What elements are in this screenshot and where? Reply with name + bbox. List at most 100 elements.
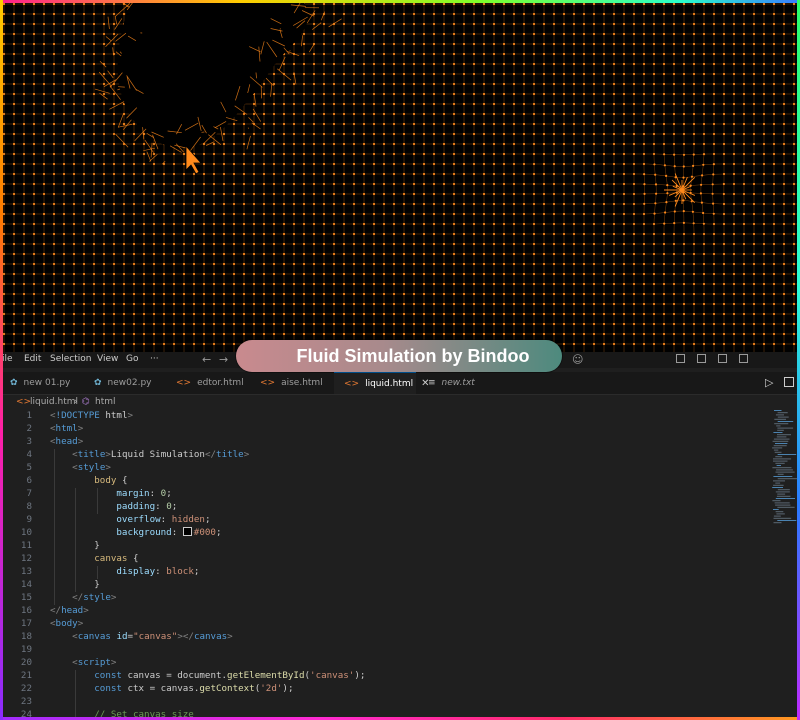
grid-particle (222, 132, 226, 136)
breadcrumb-file[interactable]: liquid.html (30, 397, 78, 407)
grid-particle (252, 292, 256, 296)
grid-particle (422, 282, 426, 286)
code-line[interactable]: <title>Liquid Simulation</title> (50, 449, 249, 460)
code-area[interactable]: 1 <!DOCTYPE html> 2 <html> 3 <head> 4 <title>L… (0, 410, 770, 720)
grid-particle (652, 312, 656, 316)
tab-aise-html[interactable]: <> aise.html (250, 372, 332, 394)
tab-new02-py[interactable]: ✿ new02.py (84, 372, 164, 394)
code-line[interactable]: margin: 0; (50, 488, 171, 499)
code-line[interactable]: </head> (50, 605, 89, 616)
grid-particle (552, 142, 556, 146)
grid-particle (52, 202, 56, 206)
forward-arrow-icon[interactable]: → (219, 353, 228, 366)
minimap-line (777, 454, 797, 455)
grid-particle (102, 262, 106, 266)
grid-particle (472, 312, 476, 316)
grid-particle (252, 162, 256, 166)
code-line[interactable]: background: #000; (50, 527, 221, 538)
grid-particle (292, 322, 296, 326)
grid-particle (712, 12, 716, 16)
layout-custom-icon[interactable] (739, 354, 748, 363)
copilot-icon[interactable]: ☺ (572, 353, 583, 366)
code-line[interactable]: } (50, 579, 100, 590)
grid-particle (654, 173, 657, 176)
grid-particle (202, 182, 206, 186)
code-line[interactable]: } (50, 540, 100, 551)
code-line[interactable]: <style> (50, 462, 111, 473)
grid-particle (52, 82, 56, 86)
layout-sidebar-icon[interactable] (697, 354, 706, 363)
code-line[interactable]: display: block; (50, 566, 199, 577)
code-line[interactable]: const canvas = document.getElementById('… (50, 670, 365, 681)
grid-particle (62, 252, 66, 256)
menu-file[interactable]: ile (2, 354, 13, 364)
tab-edtor-html[interactable]: <> edtor.html (166, 372, 248, 394)
code-line[interactable]: padding: 0; (50, 501, 177, 512)
grid-particle (12, 62, 16, 66)
tab-liquid-html[interactable]: <> liquid.html ✕ (334, 372, 429, 394)
grid-particle (472, 92, 476, 96)
code-line[interactable]: <head> (50, 436, 83, 447)
grid-particle (582, 282, 586, 286)
grid-particle (432, 222, 436, 226)
grid-particle (352, 162, 356, 166)
line-number: 14 (20, 579, 32, 590)
code-line[interactable]: <html> (50, 423, 83, 434)
code-line[interactable]: const ctx = canvas.getContext('2d'); (50, 683, 293, 694)
minimap[interactable] (770, 410, 800, 570)
tab-new01-py[interactable]: ✿ new 01.py (0, 372, 82, 394)
menu-go[interactable]: Go (126, 354, 138, 364)
grid-particle (322, 332, 326, 336)
grid-particle (572, 92, 576, 96)
menu-selection[interactable]: Selection (50, 354, 91, 364)
grid-particle (402, 292, 406, 296)
grid-particle (232, 292, 236, 296)
back-arrow-icon[interactable]: ← (202, 353, 211, 366)
grid-particle (252, 332, 256, 336)
grid-particle (32, 202, 36, 206)
code-line[interactable]: overflow: hidden; (50, 514, 210, 525)
menu-view[interactable]: View (97, 354, 118, 364)
grid-particle (632, 82, 636, 86)
grid-particle (782, 12, 786, 16)
grid-particle (72, 52, 76, 56)
grid-particle (722, 102, 726, 106)
grid-particle (712, 212, 715, 215)
code-line[interactable]: <canvas id="canvas"></canvas> (50, 631, 233, 642)
grid-particle (632, 132, 636, 136)
grid-particle (352, 302, 356, 306)
grid-particle (2, 312, 6, 316)
grid-particle (482, 112, 486, 116)
code-line[interactable]: canvas { (50, 553, 138, 564)
code-line[interactable]: <body> (50, 618, 83, 629)
grid-particle (302, 322, 306, 326)
grid-particle (652, 72, 656, 76)
play-icon[interactable]: ▷ (765, 376, 773, 389)
menu-edit[interactable]: Edit (24, 354, 41, 364)
tab-new-txt[interactable]: ≡ new.txt (418, 372, 498, 394)
breadcrumb-symbol[interactable]: html (95, 397, 116, 407)
fluid-simulation-canvas[interactable] (0, 0, 800, 352)
layout-bottom-icon[interactable] (718, 354, 727, 363)
split-editor-icon[interactable] (784, 377, 794, 387)
grid-particle (412, 322, 416, 326)
grid-particle (282, 252, 286, 256)
grid-particle (202, 172, 206, 176)
code-line[interactable]: </style> (50, 592, 116, 603)
grid-particle (682, 165, 685, 168)
layout-panel-icon[interactable] (676, 354, 685, 363)
menu-more[interactable]: ··· (150, 354, 159, 364)
grid-particle (432, 152, 436, 156)
grid-particle (642, 332, 646, 336)
code-line[interactable]: body { (50, 475, 127, 486)
code-line[interactable]: <!DOCTYPE html> (50, 410, 133, 421)
grid-particle (712, 92, 716, 96)
code-line[interactable]: <script> (50, 657, 116, 668)
grid-particle (102, 282, 106, 286)
grid-particle (62, 132, 66, 136)
grid-particle (502, 202, 506, 206)
grid-particle (202, 332, 206, 336)
grid-particle (642, 342, 646, 346)
grid-particle (632, 202, 636, 206)
grid-particle (272, 262, 276, 266)
